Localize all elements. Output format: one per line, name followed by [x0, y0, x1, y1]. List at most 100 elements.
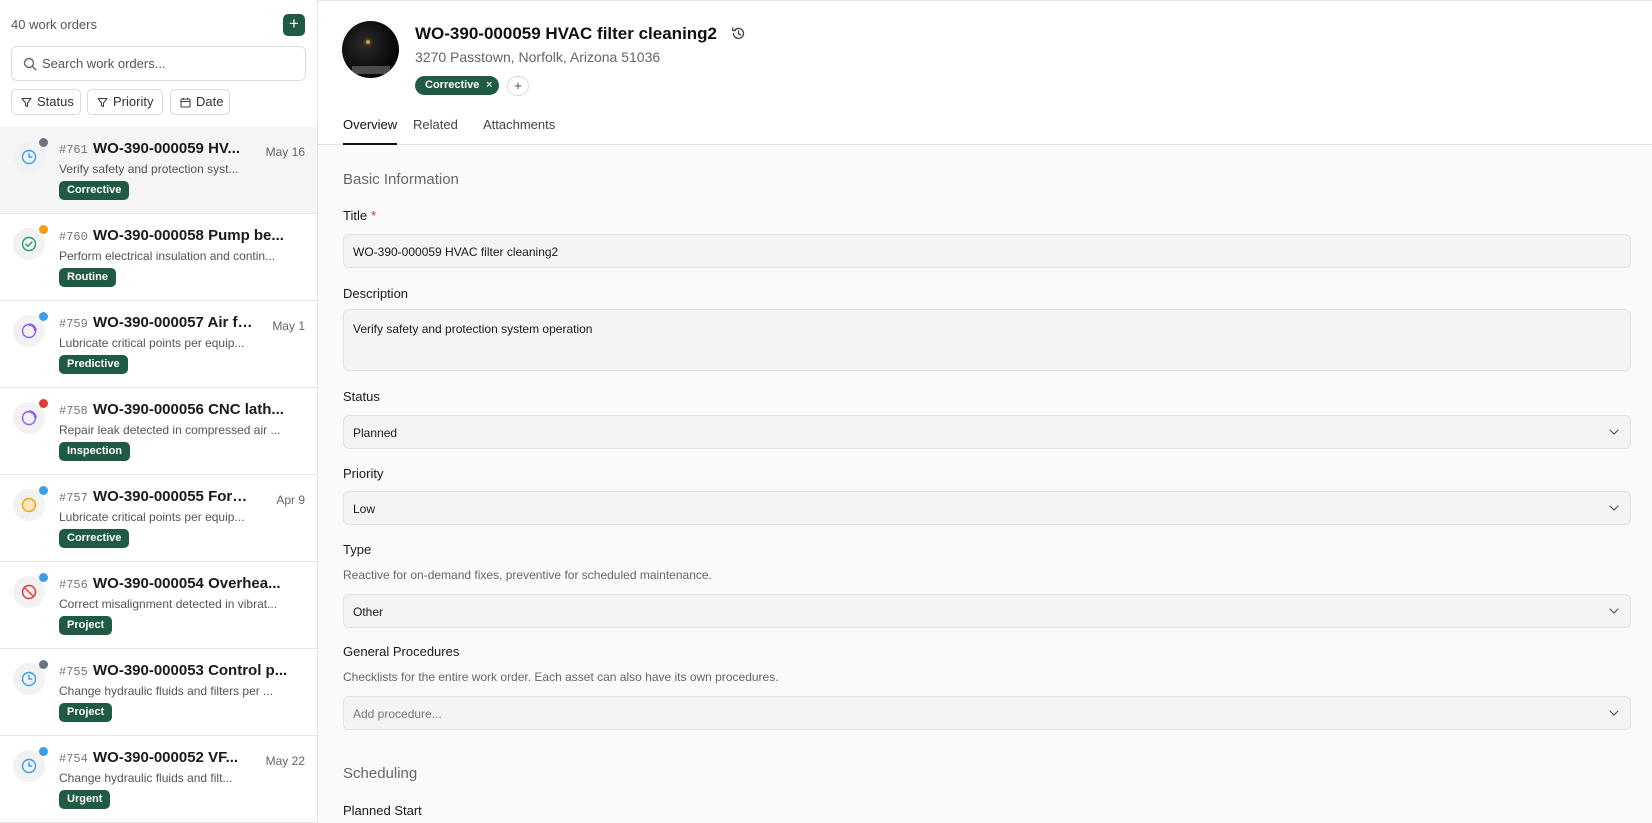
remove-tag-icon[interactable]: ×	[486, 76, 492, 95]
wo-title: WO-390-000052 VF...	[93, 749, 239, 766]
add-procedure-select[interactable]: Add procedure...	[343, 696, 1631, 730]
priority-dot	[39, 138, 48, 147]
page-title: WO-390-000059 HVAC filter cleaning2	[415, 24, 718, 43]
wo-description: Correct misalignment detected in vibrat.…	[59, 597, 278, 611]
wo-title: WO-390-000057 Air fi...	[93, 314, 253, 331]
planned-start-label: Planned Start	[343, 803, 422, 818]
priority-dot	[39, 747, 48, 756]
tab-overview[interactable]: Overview	[343, 117, 398, 145]
clock-icon	[21, 758, 37, 774]
tab-attachments[interactable]: Attachments	[483, 117, 555, 145]
priority-dot	[39, 660, 48, 669]
wo-number: #759	[59, 317, 88, 331]
search-icon	[23, 57, 37, 71]
priority-dot	[39, 225, 48, 234]
type-select[interactable]: Other	[343, 594, 1631, 628]
procedure-placeholder: Add procedure...	[353, 707, 442, 721]
priority-dot	[39, 486, 48, 495]
filter-icon	[21, 97, 32, 108]
chevron-down-icon	[1609, 710, 1619, 716]
list-item[interactable]: #757 WO-390-000055 Forkl... Apr 9 Lubric…	[0, 475, 317, 562]
type-tag: Corrective ×	[415, 76, 500, 95]
type-help-text: Reactive for on-demand fixes, preventive…	[343, 568, 712, 582]
wo-date: Apr 9	[276, 493, 305, 507]
wo-date: May 1	[272, 319, 305, 333]
work-order-list: #761 WO-390-000059 HV... May 16 Verify s…	[0, 127, 317, 823]
wo-number: #755	[59, 665, 88, 679]
work-order-detail: WO-390-000059 HVAC filter cleaning2 3270…	[318, 0, 1652, 823]
wo-type-badge: Project	[59, 616, 113, 635]
filter-date-button[interactable]: Date	[170, 89, 230, 115]
description-field[interactable]: Verify safety and protection system oper…	[343, 309, 1631, 371]
thumbnail-floor	[352, 66, 390, 74]
filter-priority-button[interactable]: Priority	[87, 89, 163, 115]
priority-select[interactable]: Low	[343, 491, 1631, 525]
wo-title: WO-390-000056 CNC lath...	[93, 401, 284, 418]
list-item[interactable]: #761 WO-390-000059 HV... May 16 Verify s…	[0, 127, 317, 214]
procedures-label: General Procedures	[343, 644, 460, 659]
chevron-down-icon	[1609, 429, 1619, 435]
wo-description: Lubricate critical points per equip...	[59, 510, 245, 524]
clock-icon	[21, 149, 37, 165]
search-input[interactable]	[42, 47, 300, 80]
wo-number: #761	[59, 143, 88, 157]
clock-icon	[21, 671, 37, 687]
description-label: Description	[343, 286, 409, 301]
history-icon[interactable]	[731, 26, 746, 41]
title-field[interactable]: WO-390-000059 HVAC filter cleaning2	[343, 234, 1631, 268]
wo-number: #757	[59, 491, 88, 505]
type-value: Other	[353, 605, 384, 619]
tab-related[interactable]: Related	[413, 117, 458, 145]
wo-description: Repair leak detected in compressed air .…	[59, 423, 281, 437]
wo-type-badge: Corrective	[59, 181, 130, 200]
status-value: Planned	[353, 426, 398, 440]
filter-icon	[97, 97, 108, 108]
priority-dot	[39, 399, 48, 408]
asset-thumbnail[interactable]	[342, 21, 399, 78]
list-item[interactable]: #759 WO-390-000057 Air fi... May 1 Lubri…	[0, 301, 317, 388]
title-label: Title *	[343, 208, 376, 223]
wo-number: #754	[59, 752, 88, 766]
cancel-icon	[21, 584, 37, 600]
priority-dot	[39, 312, 48, 321]
section-scheduling: Scheduling	[343, 765, 418, 782]
section-basic-information: Basic Information	[343, 171, 459, 188]
chevron-down-icon	[1609, 608, 1619, 614]
required-mark: *	[371, 208, 377, 223]
title-value: WO-390-000059 HVAC filter cleaning2	[353, 245, 559, 259]
wo-type-badge: Corrective	[59, 529, 130, 548]
list-item[interactable]: #754 WO-390-000052 VF... May 22 Change h…	[0, 736, 317, 823]
list-item[interactable]: #756 WO-390-000054 Overhea... Correct mi…	[0, 562, 317, 649]
list-item[interactable]: #758 WO-390-000056 CNC lath... Repair le…	[0, 388, 317, 475]
filter-status-label: Status	[37, 94, 74, 109]
type-label: Type	[343, 542, 372, 557]
wo-number: #756	[59, 578, 88, 592]
list-item[interactable]: #755 WO-390-000053 Control p... Change h…	[0, 649, 317, 736]
progress-circle-icon	[21, 410, 37, 426]
wo-title: WO-390-000055 Forkl...	[93, 488, 253, 505]
wo-description: Perform electrical insulation and contin…	[59, 249, 276, 263]
overview-form: Basic Information Title * WO-390-000059 H…	[318, 145, 1652, 823]
wo-number: #758	[59, 404, 88, 418]
wo-description: Verify safety and protection syst...	[59, 162, 239, 176]
description-value: Verify safety and protection system oper…	[353, 322, 593, 336]
wo-type-badge: Inspection	[59, 442, 131, 461]
wo-date: May 22	[265, 754, 305, 768]
add-tag-button[interactable]: +	[507, 76, 529, 96]
priority-dot	[39, 573, 48, 582]
wo-title: WO-390-000058 Pump be...	[93, 227, 284, 244]
check-circle-icon	[21, 236, 37, 252]
wo-type-badge: Project	[59, 703, 113, 722]
pause-circle-icon	[21, 497, 37, 513]
priority-label: Priority	[343, 466, 384, 481]
search-box	[11, 46, 306, 81]
wo-address: 3270 Passtown, Norfolk, Arizona 51036	[415, 49, 661, 65]
wo-number: #760	[59, 230, 88, 244]
progress-circle-icon	[21, 323, 37, 339]
filter-status-button[interactable]: Status	[11, 89, 81, 115]
status-select[interactable]: Planned	[343, 415, 1631, 449]
add-work-order-button[interactable]: +	[283, 14, 305, 36]
wo-date: May 16	[265, 145, 305, 159]
wo-type-badge: Urgent	[59, 790, 111, 809]
list-item[interactable]: #760 WO-390-000058 Pump be... Perform el…	[0, 214, 317, 301]
